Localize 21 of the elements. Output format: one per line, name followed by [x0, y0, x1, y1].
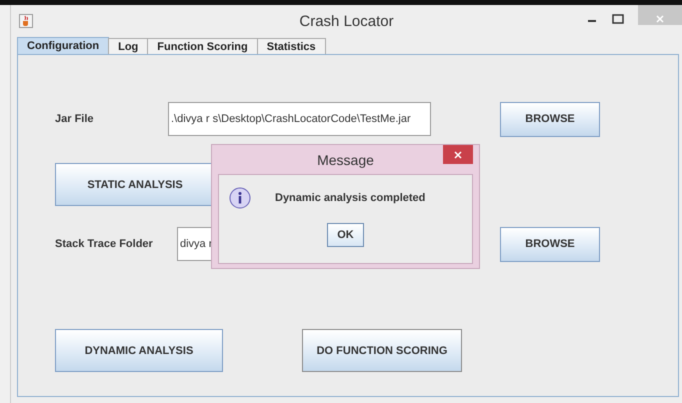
info-icon — [229, 187, 251, 209]
close-button[interactable] — [443, 145, 473, 164]
dynamic-analysis-button[interactable]: DYNAMIC ANALYSIS — [55, 329, 223, 372]
dialog-title: Message — [317, 152, 374, 168]
tab[interactable]: Configuration — [17, 37, 110, 54]
function-scoring-button[interactable]: DO FUNCTION SCORING — [302, 329, 462, 372]
tab[interactable]: Log — [108, 38, 148, 54]
browse-button[interactable]: BROWSE — [500, 102, 600, 136]
coffee-cup-icon — [19, 14, 33, 28]
jar-file-label: Jar File — [55, 113, 95, 125]
maximize-icon[interactable] — [612, 14, 624, 24]
jar-file-field[interactable]: .\divya r s\Desktop\CrashLocatorCode\TestMe.jar — [168, 102, 431, 136]
browse-button[interactable]: BROWSE — [500, 226, 600, 262]
window-title: Crash Locator — [299, 12, 394, 30]
close-icon — [655, 14, 665, 24]
dialog-message: Dynamic analysis completed — [275, 192, 426, 204]
tab[interactable]: Statistics — [256, 38, 326, 54]
ok-button[interactable]: OK — [327, 223, 364, 247]
close-icon — [453, 150, 463, 160]
stack-trace-folder-label: Stack Trace Folder — [55, 238, 154, 250]
tab[interactable]: Function Scoring — [147, 38, 258, 54]
